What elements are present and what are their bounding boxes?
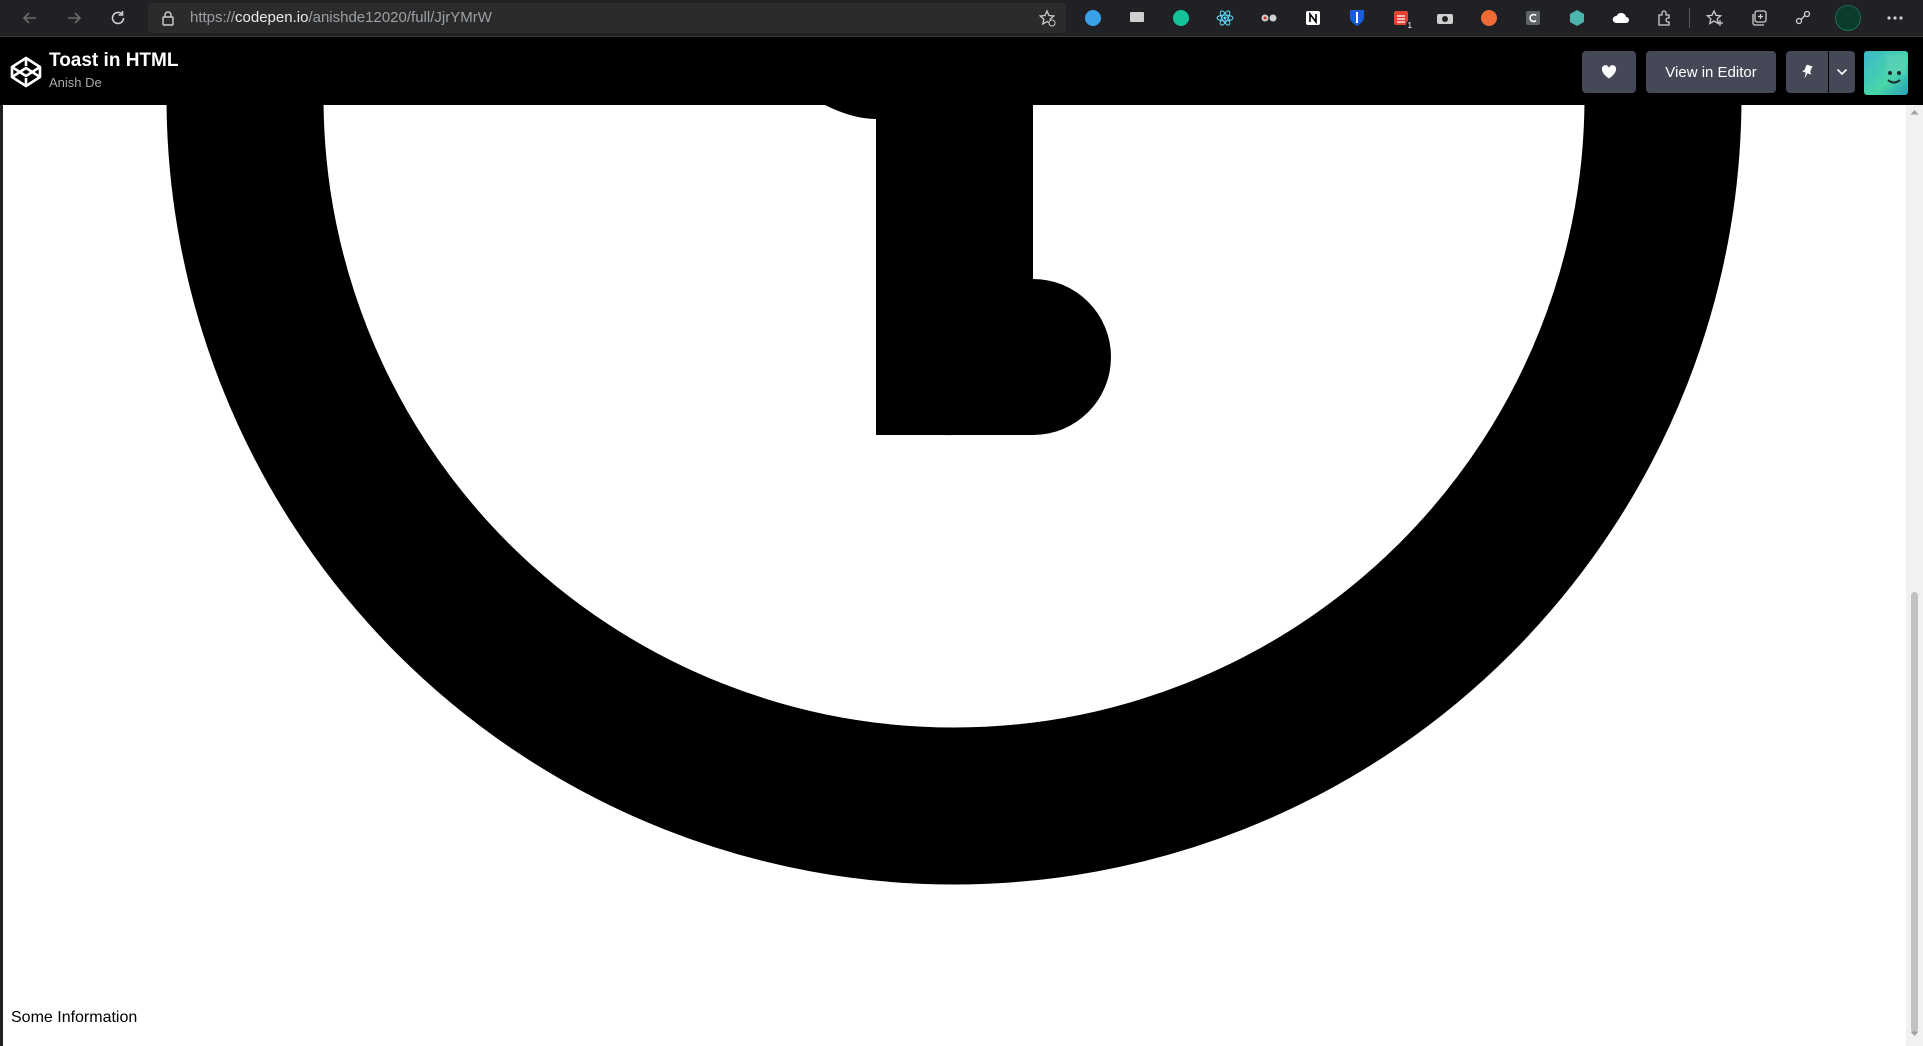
pen-author-link[interactable]: Anish De bbox=[49, 75, 102, 91]
extension-c-icon[interactable] bbox=[1523, 8, 1543, 28]
user-avatar[interactable] bbox=[1864, 51, 1908, 95]
extension-bitwarden-icon[interactable] bbox=[1347, 8, 1367, 28]
pin-button[interactable] bbox=[1786, 51, 1828, 93]
scroll-up-arrow-icon[interactable] bbox=[1910, 109, 1919, 115]
extension-cloud-icon[interactable] bbox=[1611, 8, 1631, 28]
notification-badge-icon: 1 bbox=[1405, 21, 1414, 30]
love-button[interactable] bbox=[1582, 51, 1636, 93]
url-host: codepen.io bbox=[235, 9, 309, 26]
arrow-right-icon bbox=[68, 12, 82, 24]
scroll-down-arrow-icon[interactable] bbox=[1910, 1031, 1919, 1037]
pen-title: Toast in HTML bbox=[49, 50, 179, 71]
profile-avatar-icon[interactable] bbox=[1835, 5, 1861, 31]
lock-icon bbox=[162, 11, 174, 26]
view-in-editor-button[interactable]: View in Editor bbox=[1646, 51, 1776, 93]
browser-toolbar: https://codepen.io/anishde12020/full/Jjr… bbox=[0, 0, 1923, 37]
address-bar[interactable]: https://codepen.io/anishde12020/full/Jjr… bbox=[148, 3, 1066, 33]
clock-hand-joint bbox=[876, 279, 1033, 435]
back-button[interactable] bbox=[18, 6, 42, 30]
heart-icon bbox=[1601, 65, 1617, 79]
share-icon[interactable] bbox=[1793, 8, 1813, 28]
extension-todoist-icon[interactable]: 1 bbox=[1391, 8, 1414, 30]
toolbar-separator bbox=[1689, 8, 1690, 28]
url-path: /anishde12020/full/JjrYMrW bbox=[308, 9, 492, 26]
codepen-header: Toast in HTML Anish De View in Editor bbox=[0, 37, 1923, 105]
chevron-down-icon bbox=[1836, 68, 1848, 76]
extension-orange-icon[interactable] bbox=[1479, 8, 1499, 28]
extension-edge-icon[interactable] bbox=[1083, 8, 1103, 28]
favorites-icon[interactable] bbox=[1705, 8, 1725, 28]
extension-screen-icon[interactable] bbox=[1127, 8, 1147, 28]
extension-camera-icon[interactable] bbox=[1435, 8, 1455, 28]
codepen-logo-icon[interactable] bbox=[9, 55, 43, 89]
pin-dropdown-button[interactable] bbox=[1829, 51, 1855, 93]
url-text[interactable]: https://codepen.io/anishde12020/full/Jjr… bbox=[190, 9, 492, 27]
arrow-left-icon bbox=[22, 12, 36, 24]
page-scrollbar[interactable] bbox=[1906, 105, 1923, 1046]
extension-grammarly-icon[interactable] bbox=[1171, 8, 1191, 28]
forward-button[interactable] bbox=[62, 6, 86, 30]
pen-preview: Some Information bbox=[3, 105, 1906, 1046]
clock-hand-top-remnant bbox=[825, 105, 876, 119]
clock-icon bbox=[166, 105, 1742, 885]
extensions-puzzle-icon[interactable] bbox=[1655, 8, 1675, 28]
add-favorite-icon[interactable] bbox=[1038, 9, 1056, 27]
extension-glasses-icon[interactable] bbox=[1259, 8, 1279, 28]
extension-react-icon[interactable] bbox=[1215, 8, 1235, 28]
toast-message: Some Information bbox=[11, 1009, 138, 1026]
extension-notion-icon[interactable] bbox=[1303, 8, 1323, 28]
more-options-icon[interactable] bbox=[1885, 8, 1905, 28]
reload-icon bbox=[111, 11, 125, 25]
url-scheme: https:// bbox=[190, 9, 236, 26]
reload-button[interactable] bbox=[106, 6, 130, 30]
scrollbar-thumb[interactable] bbox=[1911, 592, 1918, 1032]
smiley-face-icon bbox=[1886, 55, 1906, 84]
collections-icon[interactable] bbox=[1749, 8, 1769, 28]
pin-icon bbox=[1801, 64, 1814, 79]
extension-hexagon-icon[interactable] bbox=[1567, 8, 1587, 28]
